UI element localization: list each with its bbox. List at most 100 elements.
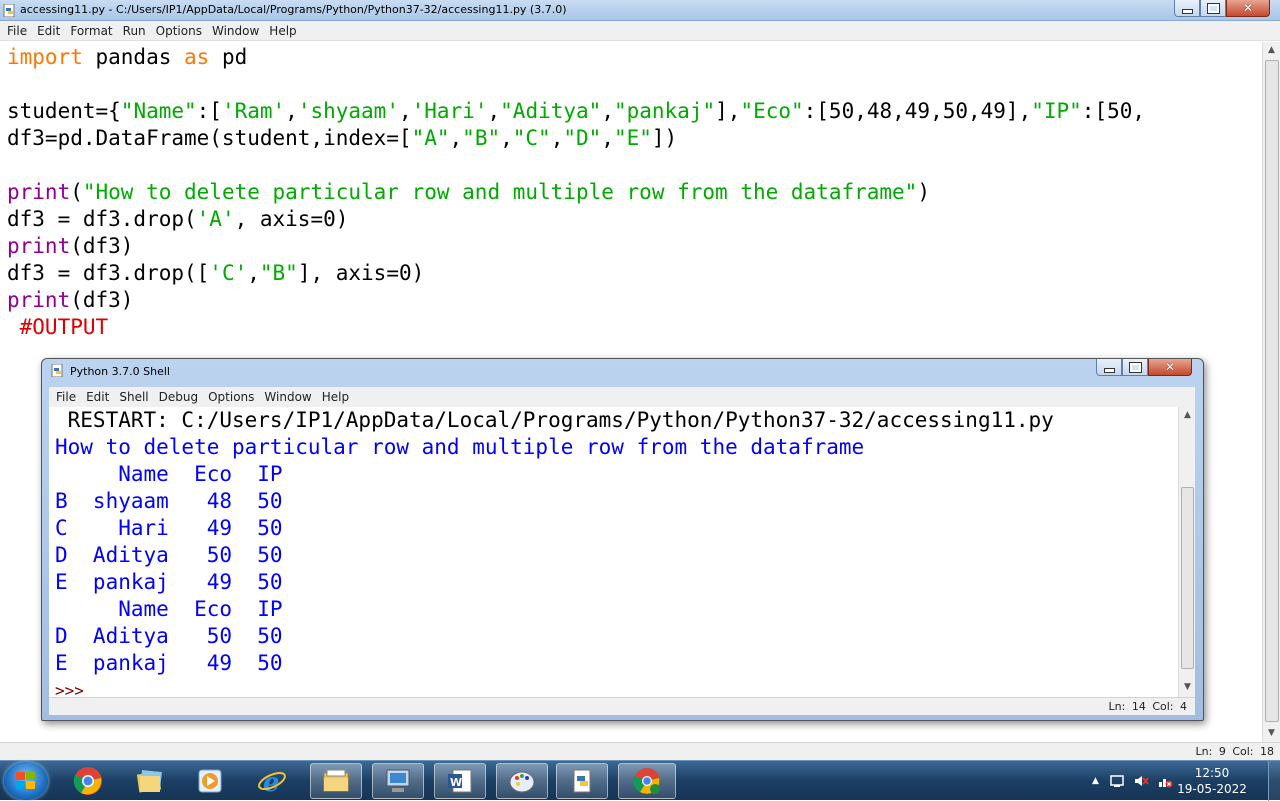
scroll-up-icon[interactable]: ▲ [1263, 42, 1280, 58]
start-button[interactable] [4, 762, 48, 800]
code-line-6: print("How to delete particular row and … [7, 180, 930, 204]
taskbar-chrome[interactable] [62, 763, 114, 799]
menu-run[interactable]: Run [118, 24, 151, 38]
shell-menu-shell[interactable]: Shell [114, 390, 153, 404]
code-line-3: student={"Name":['Ram','shyaam','Hari',"… [7, 99, 1146, 123]
minimize-button[interactable] [1174, 0, 1200, 17]
shell-output-line: E pankaj 49 50 [55, 570, 283, 594]
close-icon: ✕ [1164, 360, 1176, 374]
clock-date: 19-05-2022 [1177, 782, 1247, 796]
chrome-profile-icon [633, 768, 660, 794]
python-shell-icon [51, 364, 63, 377]
computer-icon [386, 769, 410, 792]
clock-time: 12:50 [1194, 766, 1230, 780]
svg-text:W: W [450, 776, 462, 789]
code-line-11: #OUTPUT [7, 315, 109, 339]
maximize-button[interactable] [1200, 0, 1226, 17]
shell-scrollbar[interactable]: ▲ ▼ [1178, 407, 1195, 697]
editor-title-bar: accessing11.py - C:/Users/IP1/AppData/Lo… [0, 0, 1280, 21]
shell-output-line: D Aditya 50 50 [55, 624, 283, 648]
tray-expand-icon[interactable]: ▲ [1092, 776, 1099, 786]
code-line-1: import pandas as pd [7, 45, 248, 69]
editor-scroll-thumb[interactable] [1265, 60, 1279, 722]
editor-cursor-position: Ln: 9 Col: 18 [1195, 745, 1274, 758]
shell-menu-debug[interactable]: Debug [154, 390, 203, 404]
shell-cursor-position: Ln: 14 Col: 4 [1108, 700, 1187, 713]
system-clock[interactable]: 12:50 19-05-2022 [1170, 765, 1254, 797]
taskbar-chrome-profile[interactable] [618, 763, 676, 799]
shell-maximize-button[interactable] [1122, 359, 1148, 376]
shell-close-button[interactable]: ✕ [1148, 359, 1192, 376]
code-line-9: df3 = df3.drop(['C',"B"], axis=0) [7, 261, 425, 285]
code-line-7: df3 = df3.drop('A', axis=0) [7, 207, 349, 231]
scroll-down-icon[interactable]: ▼ [1179, 679, 1196, 695]
chrome-icon [73, 767, 102, 795]
volume-muted-icon[interactable] [1133, 773, 1149, 789]
shell-minimize-button[interactable] [1096, 359, 1122, 376]
internet-explorer-icon: e [258, 768, 286, 796]
shell-menu-options[interactable]: Options [203, 390, 259, 404]
scroll-down-icon[interactable]: ▼ [1263, 725, 1280, 741]
shell-menu-window[interactable]: Window [259, 390, 316, 404]
paint-palette-icon [509, 771, 535, 793]
shell-prompt[interactable]: >>> [55, 677, 84, 697]
scroll-up-icon[interactable]: ▲ [1179, 407, 1196, 423]
maximize-icon [1128, 361, 1142, 373]
taskbar-media-player[interactable] [184, 763, 236, 799]
taskbar: e W ▲ 12:50 19-05-2022 [0, 760, 1280, 801]
python-idle-icon [573, 769, 591, 793]
menu-help[interactable]: Help [264, 24, 301, 38]
shell-scroll-thumb[interactable] [1181, 487, 1194, 669]
shell-output-line: C Hari 49 50 [55, 516, 283, 540]
shell-window-controls: ✕ [1096, 359, 1192, 376]
menu-window[interactable]: Window [207, 24, 264, 38]
shell-output-line: How to delete particular row and multipl… [55, 435, 865, 459]
code-line-8: print(df3) [7, 234, 134, 258]
editor-scrollbar[interactable]: ▲ ▼ [1262, 42, 1280, 742]
python-shell-window: Python 3.7.0 Shell ✕ File Edit Shell Deb… [41, 358, 1204, 721]
editor-window-controls: ✕ [1174, 0, 1270, 17]
taskbar-internet-explorer[interactable]: e [246, 763, 298, 799]
shell-output-line: B shyaam 48 50 [55, 489, 283, 513]
word-icon: W [448, 769, 472, 793]
code-line-10: print(df3) [7, 288, 134, 312]
shell-restart-line: RESTART: C:/Users/IP1/AppData/Local/Prog… [55, 408, 1054, 432]
shell-window-title: Python 3.7.0 Shell [70, 365, 170, 378]
system-tray: ▲ [1092, 761, 1173, 801]
shell-menu-edit[interactable]: Edit [81, 390, 114, 404]
menu-edit[interactable]: Edit [32, 24, 65, 38]
close-icon: ✕ [1242, 1, 1254, 15]
shell-output-line: D Aditya 50 50 [55, 543, 283, 567]
shell-menu-bar: File Edit Shell Debug Options Window Hel… [49, 387, 1195, 407]
taskbar-word[interactable]: W [434, 763, 486, 799]
taskbar-remote-desktop[interactable] [372, 763, 424, 799]
shell-title-bar: Python 3.7.0 Shell ✕ [42, 359, 1203, 383]
taskbar-python-idle[interactable] [556, 763, 608, 799]
windows-logo-icon [16, 772, 36, 790]
code-line-4: df3=pd.DataFrame(student,index=["A","B",… [7, 126, 678, 150]
minimize-icon [1103, 367, 1115, 373]
shell-output[interactable]: RESTART: C:/Users/IP1/AppData/Local/Prog… [49, 407, 1178, 697]
taskbar-libraries[interactable] [124, 763, 176, 799]
show-desktop-button[interactable] [1268, 761, 1280, 801]
shell-status-bar: Ln: 14 Col: 4 [49, 697, 1195, 715]
action-center-icon[interactable] [1109, 773, 1125, 789]
libraries-icon [136, 770, 162, 793]
editor-status-bar: Ln: 9 Col: 18 [0, 742, 1280, 760]
python-file-icon [3, 4, 15, 17]
shell-menu-help[interactable]: Help [317, 390, 354, 404]
shell-menu-file[interactable]: File [51, 390, 81, 404]
menu-format[interactable]: Format [65, 24, 117, 38]
editor-window-title: accessing11.py - C:/Users/IP1/AppData/Lo… [20, 3, 567, 16]
close-button[interactable]: ✕ [1226, 0, 1270, 17]
taskbar-paint[interactable] [496, 763, 548, 799]
menu-file[interactable]: File [2, 24, 32, 38]
editor-menu-bar: File Edit Format Run Options Window Help [0, 21, 1280, 41]
shell-output-line: E pankaj 49 50 [55, 651, 283, 675]
shell-output-line: Name Eco IP [55, 597, 283, 621]
minimize-icon [1181, 8, 1193, 14]
restore-icon [1206, 2, 1220, 14]
folder-icon [323, 769, 349, 792]
menu-options[interactable]: Options [151, 24, 207, 38]
taskbar-explorer[interactable] [310, 763, 362, 799]
